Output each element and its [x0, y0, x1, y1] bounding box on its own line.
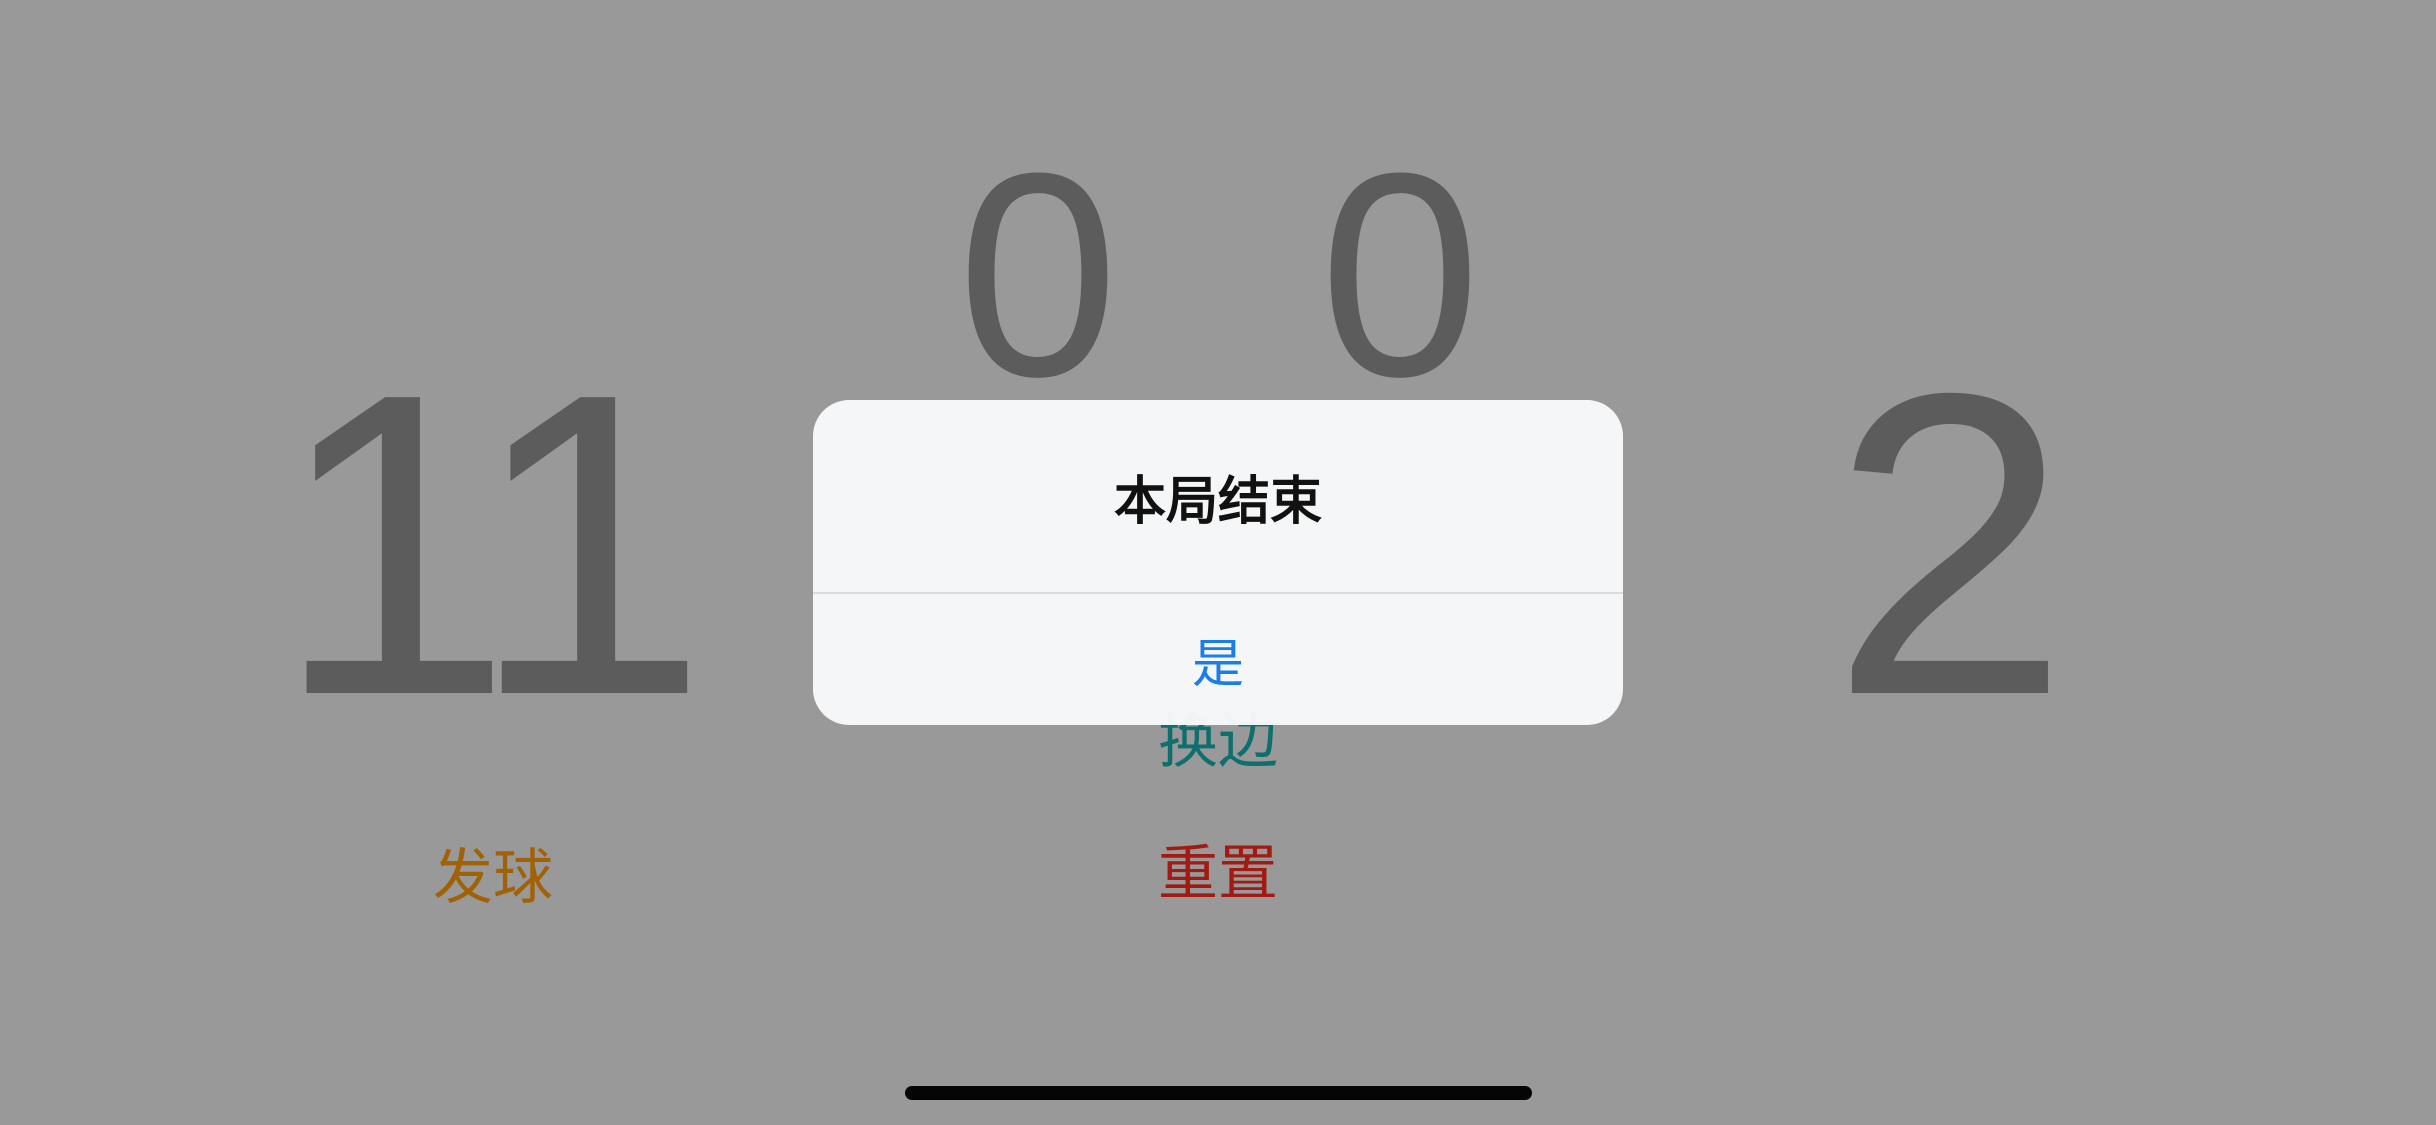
left-score[interactable]: 11	[250, 330, 720, 760]
right-games-count: 0	[1319, 113, 1481, 437]
home-indicator[interactable]	[905, 1086, 1532, 1100]
left-games-count: 0	[957, 113, 1119, 437]
game-over-alert: 本局结束 是	[813, 400, 1623, 725]
alert-title: 本局结束	[1113, 471, 1322, 532]
reset-button[interactable]: 重置	[1158, 844, 1278, 904]
app-screen: 0 0 11 2 换边 发球 重置 本局结束 是	[0, 0, 2436, 1125]
alert-confirm-button[interactable]: 是	[813, 594, 1623, 725]
serve-button[interactable]: 发球	[433, 848, 553, 908]
right-score[interactable]: 2	[1800, 330, 2100, 760]
